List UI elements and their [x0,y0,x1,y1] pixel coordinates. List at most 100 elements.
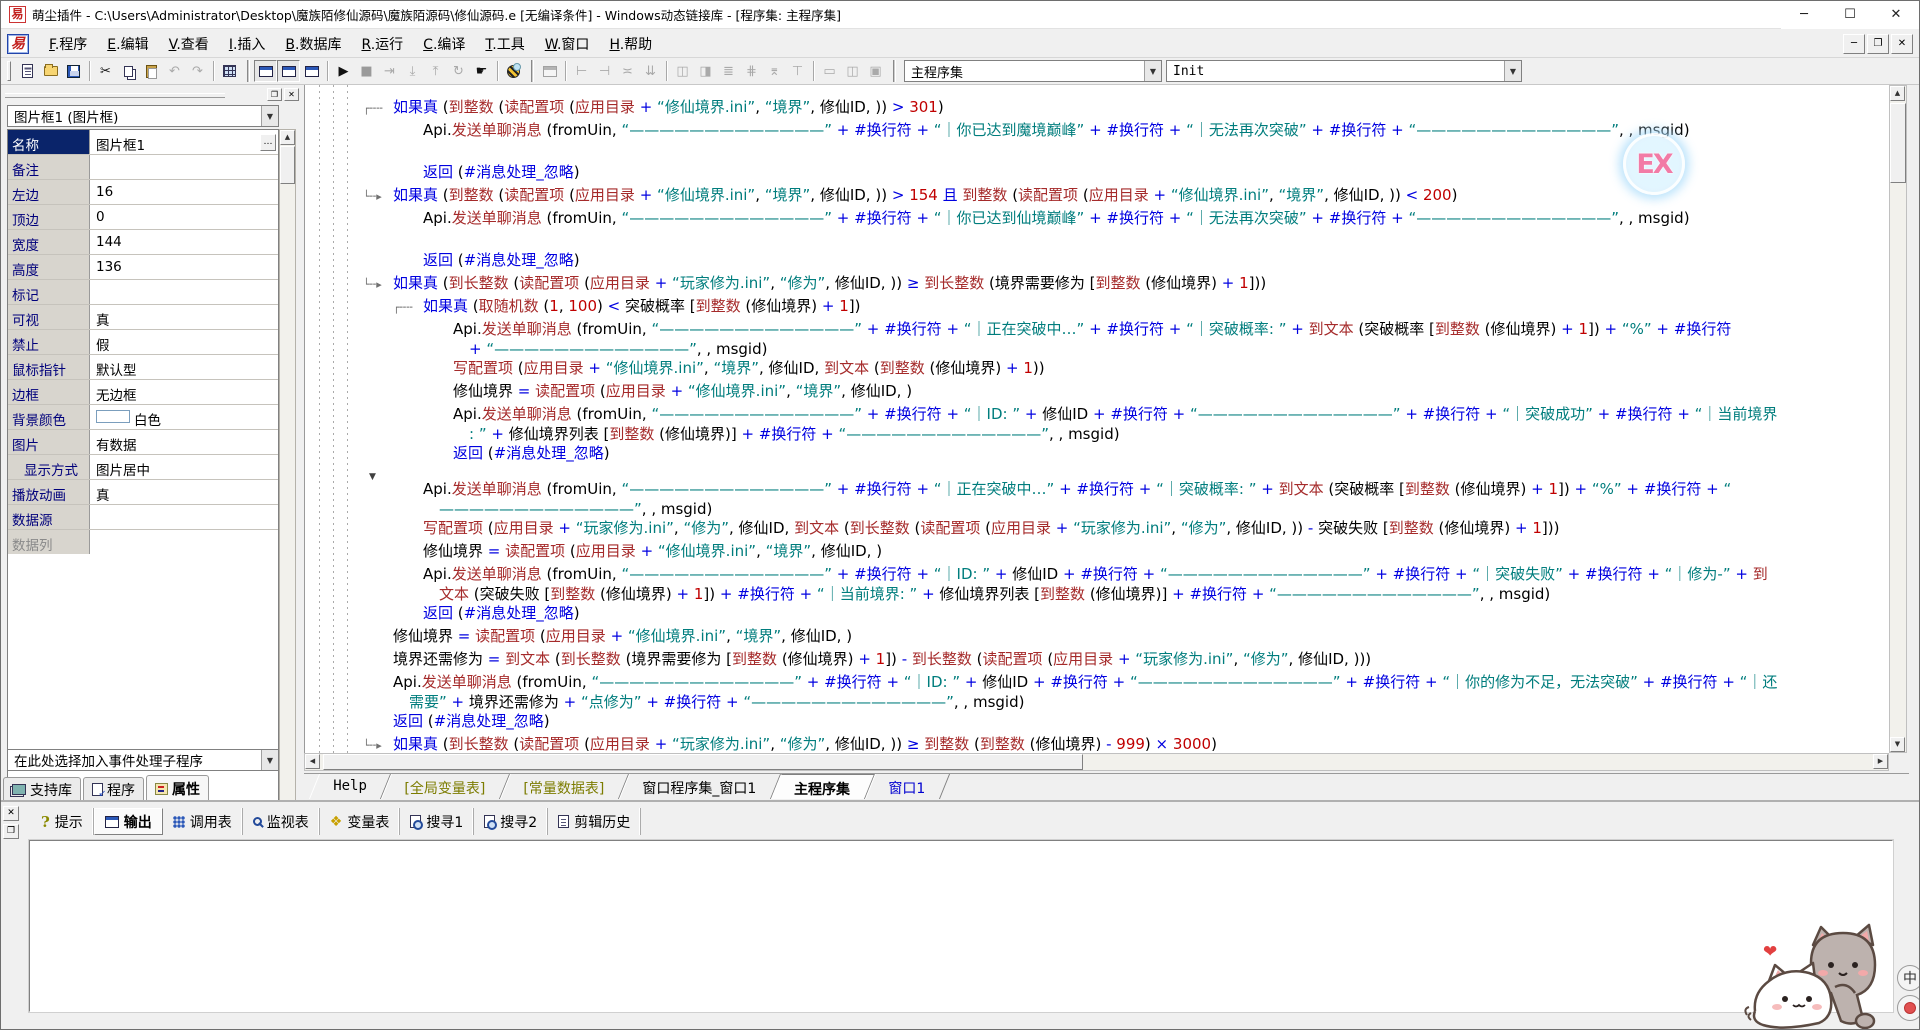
property-row[interactable]: 播放动画真 [8,480,278,505]
property-row[interactable]: 名称图片框1… [8,130,278,155]
ime-indicator-badge[interactable]: 中 [1897,965,1920,991]
table-icon[interactable] [218,60,241,82]
paste-icon[interactable] [140,60,163,82]
chevron-down-icon[interactable]: ▼ [1504,61,1521,81]
mdi-minimize-button[interactable]: ─ [1843,34,1865,54]
property-row[interactable]: 可视真 [8,305,278,330]
code-line[interactable]: 返回 (#消息处理_忽略) [305,711,1889,734]
close-button[interactable]: ✕ [1873,1,1919,29]
property-row[interactable]: 边框无边框 [8,380,278,405]
bottom-tab-变量表[interactable]: ❖变量表 [320,808,401,835]
editor-tab-主程序集[interactable]: 主程序集 [770,774,874,799]
property-value[interactable]: 白色 [90,405,278,429]
code-line[interactable]: 修仙境界 = 读配置项 (应用目录 + “修仙境界.ini”, “境界”, 修仙… [305,541,1889,564]
property-value[interactable]: 有数据 [90,430,278,454]
menu-item-查看[interactable]: V.查看 [159,30,219,58]
minimize-button[interactable]: ─ [1781,1,1827,29]
code-line[interactable]: Api.发送单聊消息 (fromUin, “—————————————” + #… [305,564,1889,587]
menu-item-窗口[interactable]: W.窗口 [535,30,600,58]
editor-tab-常量数据表[interactable]: [常量数据表] [500,774,629,799]
bottom-tab-提示[interactable]: ?提示 [31,808,94,835]
code-line[interactable]: Api.发送单聊消息 (fromUin, “—————————————” + #… [305,479,1889,502]
save-icon[interactable] [62,60,85,82]
chevron-down-icon[interactable]: ▼ [1144,61,1161,81]
record-widget-icon[interactable] [1897,995,1920,1021]
property-row[interactable]: 标记 [8,280,278,305]
bottom-tab-监视表[interactable]: 监视表 [243,808,320,835]
scroll-down-icon[interactable]: ▼ [1890,737,1905,752]
scroll-up-icon[interactable]: ▲ [280,130,295,145]
mdi-restore-button[interactable]: ❐ [1867,34,1889,54]
editor-tab-窗口程序集_窗口1[interactable]: 窗口程序集_窗口1 [619,774,781,799]
panel-close-button[interactable]: ✕ [284,88,299,101]
editor-tab-Help[interactable]: Help [309,774,391,799]
menu-item-运行[interactable]: R.运行 [351,30,413,58]
mdi-close-button[interactable]: ✕ [1891,34,1913,54]
editor-horizontal-scrollbar[interactable]: ◀ ▶ [304,753,1889,771]
property-row[interactable]: 背景颜色白色 [8,405,278,430]
open-file-icon[interactable] [39,60,62,82]
panel-tab-属性[interactable]: 属性 [146,775,209,801]
code-line[interactable]: └╌▸如果真 (到长整数 (读配置项 (应用目录 + “玩家修为.ini”, “… [305,273,1889,296]
property-row[interactable]: 宽度144 [8,230,278,255]
property-row[interactable]: 显示方式图片居中 [8,455,278,480]
menu-item-程序[interactable]: F.程序 [39,30,97,58]
scrollbar-thumb[interactable] [323,754,1083,770]
editor-vertical-scrollbar[interactable]: ▲ ▼ [1889,85,1907,753]
code-line[interactable]: —————————————”, , msgid) [305,502,1889,518]
scroll-left-icon[interactable]: ◀ [305,754,320,769]
code-line[interactable]: Api.发送单聊消息 (fromUin, “—————————————” + #… [305,404,1889,427]
property-row[interactable]: 左边16 [8,180,278,205]
panel-close-button[interactable]: ✕ [3,806,19,821]
code-line[interactable]: ┌╌╌如果真 (取随机数 (1, 100) < 突破概率 [到整数 (修仙境界)… [305,296,1889,319]
menu-item-插入[interactable]: I.插入 [219,30,276,58]
property-value[interactable]: 真 [90,305,278,329]
code-line[interactable]: 境界还需修为 = 到文本 (到长整数 (境界需要修为 [到整数 (修仙境界) +… [305,649,1889,672]
menu-item-帮助[interactable]: H.帮助 [599,30,662,58]
code-line[interactable]: 文本 (突破失败 [到整数 (修仙境界) + 1]) + #换行符 + “｜当前… [305,587,1889,603]
menu-item-编译[interactable]: C.编译 [413,30,475,58]
property-value[interactable] [90,505,278,529]
panel-tab-支持库[interactable]: 支持库 [3,777,81,801]
scrollbar-thumb[interactable] [280,146,295,184]
property-row[interactable]: 鼠标指针默认型 [8,355,278,380]
code-line[interactable]: 返回 (#消息处理_忽略) [305,250,1889,273]
property-value[interactable]: 图片框1… [90,130,278,154]
property-value[interactable]: 真 [90,480,278,504]
copy-icon[interactable] [117,60,140,82]
chevron-down-icon[interactable]: ▼ [261,750,278,770]
code-line[interactable]: 需要” + 境界还需修为 + “点修为” + #换行符 + “—————————… [305,695,1889,711]
code-editor[interactable]: ┌╌╌如果真 (到整数 (读配置项 (应用目录 + “修仙境界.ini”, “境… [304,85,1889,753]
layout-window-3-icon[interactable] [300,60,323,82]
menu-item-编辑[interactable]: E.编辑 [97,30,158,58]
cut-icon[interactable]: ✂ [94,60,117,82]
output-console[interactable] [29,840,1893,1012]
property-value[interactable] [90,530,278,555]
code-line[interactable]: Api.发送单聊消息 (fromUin, “—————————————” + #… [305,672,1889,695]
layout-window-2-icon[interactable] [277,60,300,82]
property-row[interactable]: 高度136 [8,255,278,280]
code-line[interactable]: 返回 (#消息处理_忽略) [305,603,1889,626]
method-combobox[interactable]: Init ▼ [1166,60,1522,82]
property-value[interactable]: 默认型 [90,355,278,379]
code-line[interactable]: : ” + 修仙境界列表 [到整数 (修仙境界)] + #换行符 + “————… [305,427,1889,443]
chevron-down-icon[interactable]: ▼ [261,106,278,126]
toolbar-grip[interactable] [7,61,11,81]
code-line[interactable]: └╌▸如果真 (到长整数 (读配置项 (应用目录 + “玩家修为.ini”, “… [305,734,1889,753]
debug-bee-icon[interactable] [502,60,525,82]
property-value[interactable]: 16 [90,180,278,204]
bottom-tab-输出[interactable]: 输出 [94,808,163,835]
property-value[interactable] [90,280,278,304]
maximize-button[interactable]: ☐ [1827,1,1873,29]
ellipsis-button[interactable]: … [260,134,276,151]
panel-restore-button[interactable]: ❐ [3,824,19,839]
property-value[interactable] [90,155,278,179]
editor-tab-窗口1[interactable]: 窗口1 [864,774,949,799]
pause-hand-icon[interactable]: ☛ [470,60,493,82]
editor-tab-全局变量表[interactable]: [全局变量表] [381,774,510,799]
code-line[interactable]: ┌╌╌如果真 (到整数 (读配置项 (应用目录 + “修仙境界.ini”, “境… [305,97,1889,120]
code-line[interactable]: 修仙境界 = 读配置项 (应用目录 + “修仙境界.ini”, “境界”, 修仙… [305,381,1889,404]
code-line[interactable]: Api.发送单聊消息 (fromUin, “—————————————” + #… [305,319,1889,342]
assembly-combobox[interactable]: 主程序集 ▼ [904,60,1162,82]
code-line[interactable]: Api.发送单聊消息 (fromUin, “—————————————” + #… [305,208,1889,231]
